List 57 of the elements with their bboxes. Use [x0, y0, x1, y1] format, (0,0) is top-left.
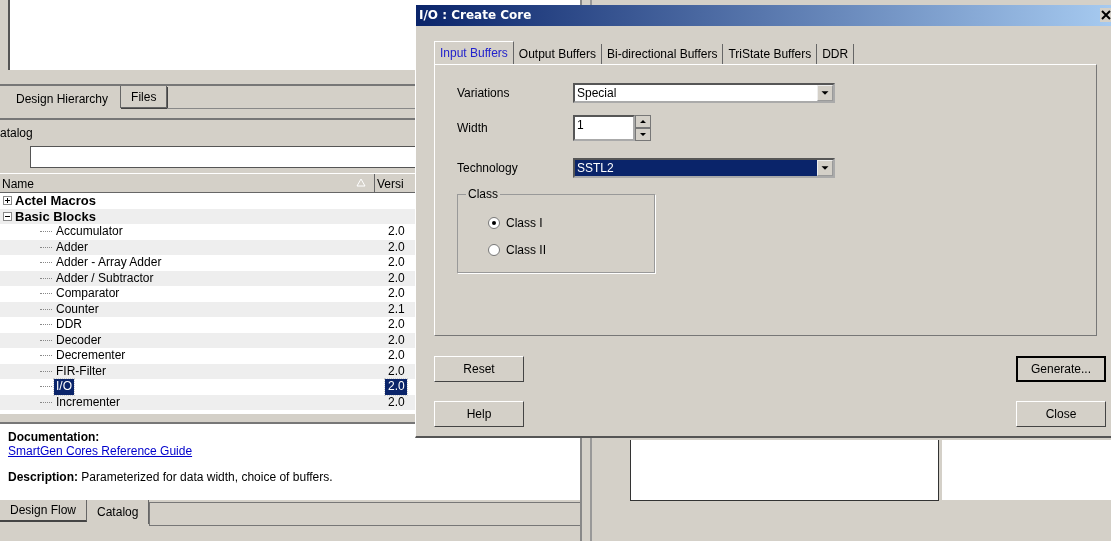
- version-cell-text: 2.0: [387, 394, 406, 410]
- generate-button[interactable]: Generate...: [1016, 356, 1106, 382]
- tree-item[interactable]: Adder / Subtractor: [54, 270, 156, 286]
- tree-group[interactable]: Basic Blocks: [15, 208, 96, 224]
- tree-item[interactable]: Incrementer: [54, 394, 123, 410]
- tree-item[interactable]: Adder - Array Adder: [54, 255, 164, 271]
- reset-button[interactable]: Reset: [434, 356, 524, 382]
- tree-item[interactable]: Decoder: [54, 332, 104, 348]
- panel-tab[interactable]: Files: [120, 86, 168, 108]
- number-field[interactable]: 1: [573, 114, 635, 141]
- expand-icon[interactable]: [3, 196, 12, 206]
- collapse-icon[interactable]: [3, 211, 12, 221]
- tree-item[interactable]: Decrementer: [54, 348, 128, 364]
- version-cell-text: 2.0: [387, 317, 406, 333]
- version-cell-text: 2.0: [387, 255, 406, 271]
- tree-item[interactable]: Counter: [54, 301, 101, 317]
- sort-icon: [356, 178, 366, 187]
- radio-option[interactable]: Class II: [488, 242, 546, 258]
- tree-item[interactable]: DDR: [54, 317, 84, 333]
- field-label: Variations: [457, 85, 511, 100]
- version-cell-text: 2.0: [387, 224, 406, 240]
- version-cell-text: 2.0: [387, 363, 406, 379]
- radio-icon[interactable]: [488, 244, 500, 256]
- dropdown-field[interactable]: Special: [573, 82, 835, 103]
- tree-item[interactable]: Adder: [54, 239, 91, 255]
- panel-title: atalog: [0, 126, 33, 140]
- panel-tab[interactable]: Design Flow: [0, 500, 88, 522]
- tree-group[interactable]: Actel Macros: [15, 193, 96, 209]
- close-button[interactable]: Close: [1016, 401, 1106, 427]
- version-cell-text: 2.0: [387, 270, 406, 286]
- tree-item[interactable]: FIR-Filter: [54, 363, 108, 379]
- version-cell-text: 2.0: [387, 348, 406, 364]
- spinner-icon[interactable]: [635, 114, 651, 141]
- version-cell-text: 2.0: [387, 239, 406, 255]
- tree-item[interactable]: I/O: [54, 379, 74, 395]
- version-cell-text: 2.0: [387, 332, 406, 348]
- version-cell-text: 2.1: [387, 301, 406, 317]
- close-icon[interactable]: [1100, 8, 1111, 22]
- radio-icon[interactable]: [488, 217, 500, 229]
- tree-item[interactable]: Comparator: [54, 286, 122, 302]
- description-text: Description: Parameterized for data width, choice of buffers.: [8, 470, 334, 484]
- help-button[interactable]: Help: [434, 401, 524, 427]
- version-cell: 2.0: [385, 379, 407, 395]
- group-title: Class: [466, 187, 500, 201]
- column-header[interactable]: Name: [0, 174, 34, 192]
- field-label: Technology: [457, 160, 519, 175]
- doc-link[interactable]: SmartGen Cores Reference Guide: [8, 444, 193, 458]
- dialog-tab[interactable]: Input Buffers: [434, 41, 514, 64]
- dialog-title: I/O : Create Core: [419, 7, 532, 24]
- doc-heading: Documentation:: [8, 430, 101, 444]
- field-label: Width: [457, 120, 489, 135]
- version-cell-text: 2.0: [387, 286, 406, 302]
- dropdown-field[interactable]: SSTL2: [573, 157, 835, 178]
- tree-item[interactable]: Accumulator: [54, 224, 125, 240]
- caret-icon[interactable]: [817, 159, 833, 176]
- caret-icon[interactable]: [817, 84, 833, 101]
- radio-option[interactable]: Class I: [488, 215, 543, 231]
